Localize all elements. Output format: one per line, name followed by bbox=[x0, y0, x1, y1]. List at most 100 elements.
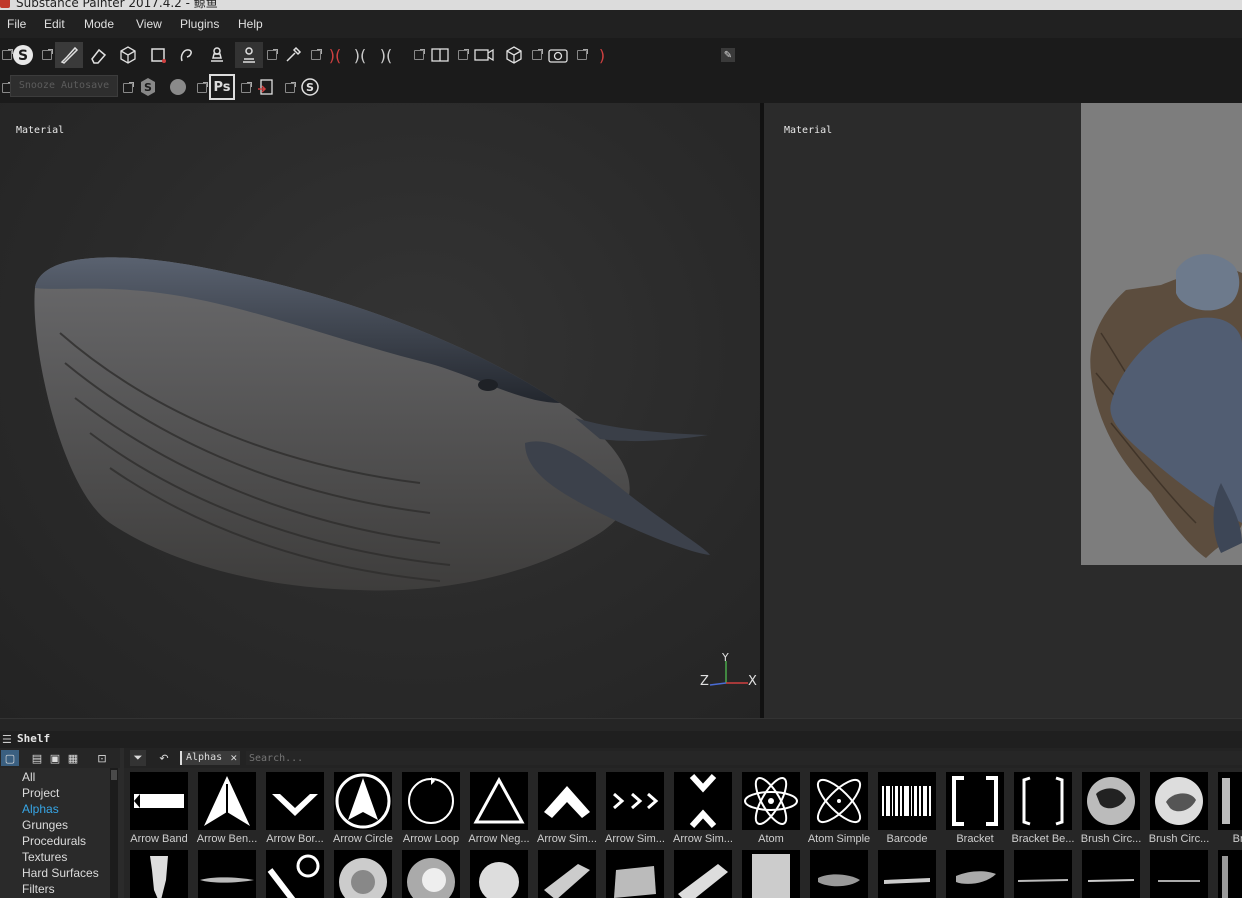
menu-edit[interactable]: Edit bbox=[44, 17, 65, 31]
shelf-thumbnail[interactable] bbox=[1082, 850, 1140, 898]
reset-filter-icon[interactable]: ↶ bbox=[156, 750, 172, 766]
shelf-thumbnail[interactable] bbox=[334, 772, 392, 830]
filter-icon[interactable]: ⏷ bbox=[130, 750, 146, 766]
shelf-search-input[interactable] bbox=[246, 751, 1242, 765]
smudge-icon[interactable] bbox=[174, 43, 198, 67]
scrollbar-thumb[interactable] bbox=[111, 770, 117, 780]
shelf-thumbnail[interactable] bbox=[470, 772, 528, 830]
shelf-thumbnail[interactable] bbox=[810, 850, 868, 898]
folder-icon[interactable]: ▢ bbox=[1, 750, 19, 766]
menu-mode[interactable]: Mode bbox=[84, 17, 114, 31]
shelf-thumbnail[interactable] bbox=[742, 850, 800, 898]
external-link-icon[interactable] bbox=[414, 49, 425, 60]
shelf-thumbnail[interactable] bbox=[402, 772, 460, 830]
shelf-settings-icon[interactable]: ▦ bbox=[66, 750, 80, 766]
menu-plugins[interactable]: Plugins bbox=[180, 17, 219, 31]
category-textures[interactable]: Textures bbox=[22, 850, 67, 864]
shelf-thumbnail[interactable] bbox=[334, 850, 392, 898]
shelf-thumbnail[interactable] bbox=[878, 772, 936, 830]
screenshot-camera-icon[interactable] bbox=[546, 43, 570, 67]
substance-logo-icon[interactable]: S bbox=[11, 43, 35, 67]
external-link-icon[interactable] bbox=[241, 82, 252, 93]
snooze-autosave-button[interactable]: Snooze Autosave bbox=[10, 75, 118, 97]
shelf-thumbnail[interactable] bbox=[538, 850, 596, 898]
shelf-thumbnail[interactable] bbox=[810, 772, 868, 830]
shelf-thumbnail[interactable] bbox=[674, 772, 732, 830]
shelf-thumbnail[interactable] bbox=[198, 772, 256, 830]
category-alphas[interactable]: Alphas bbox=[22, 802, 59, 816]
color-picker-icon[interactable] bbox=[281, 43, 305, 67]
shelf-thumbnail[interactable] bbox=[606, 850, 664, 898]
symmetry-settings-icon[interactable]: )( bbox=[374, 43, 398, 67]
shelf-thumbnail[interactable] bbox=[130, 850, 188, 898]
camera-icon[interactable] bbox=[472, 43, 496, 67]
substance-source-icon[interactable]: S bbox=[136, 75, 160, 99]
shelf-thumbnail[interactable] bbox=[266, 850, 324, 898]
shelf-thumbnail[interactable] bbox=[1218, 772, 1242, 830]
shelf-thumbnail[interactable] bbox=[130, 772, 188, 830]
shelf-thumbnail[interactable] bbox=[674, 850, 732, 898]
external-link-icon[interactable] bbox=[311, 49, 322, 60]
category-scrollbar[interactable] bbox=[110, 768, 118, 898]
shelf-thumbnail[interactable] bbox=[1150, 772, 1208, 830]
add-shelf-icon[interactable]: ⊡ bbox=[94, 750, 110, 766]
symmetry-x-icon[interactable]: )( bbox=[348, 43, 372, 67]
viewport-2d[interactable]: Material bbox=[764, 103, 1242, 718]
alpha-preview-icon bbox=[272, 794, 318, 816]
shelf-thumbnail[interactable] bbox=[402, 850, 460, 898]
shelf-thumbnail[interactable] bbox=[1082, 772, 1140, 830]
substance-share-icon[interactable]: S bbox=[298, 75, 322, 99]
shelf-thumbnail[interactable] bbox=[1014, 772, 1072, 830]
material-picker-icon[interactable] bbox=[235, 42, 263, 68]
shelf-thumbnail[interactable] bbox=[470, 850, 528, 898]
shelf-category-list: All Project Alphas Grunges Procedurals T… bbox=[0, 768, 110, 898]
shelf-thumbnail[interactable] bbox=[538, 772, 596, 830]
shelf-thumbnail[interactable] bbox=[946, 772, 1004, 830]
material-ball-icon[interactable] bbox=[166, 75, 190, 99]
split-view-icon[interactable] bbox=[428, 43, 452, 67]
category-grunges[interactable]: Grunges bbox=[22, 818, 68, 832]
category-hard-surfaces[interactable]: Hard Surfaces bbox=[22, 866, 99, 880]
symmetry-left-icon[interactable]: )( bbox=[323, 43, 347, 67]
pencil-edit-icon[interactable]: ✎ bbox=[721, 48, 735, 62]
external-link-icon[interactable] bbox=[267, 49, 278, 60]
external-link-icon[interactable] bbox=[285, 82, 296, 93]
menu-view[interactable]: View bbox=[136, 17, 162, 31]
cube-view-icon[interactable] bbox=[502, 43, 526, 67]
viewport-3d[interactable]: Material Y X Z bbox=[0, 103, 760, 718]
symmetry-right-icon[interactable]: ) bbox=[590, 43, 614, 67]
shelf-thumbnail[interactable] bbox=[198, 850, 256, 898]
projection-icon[interactable] bbox=[116, 43, 140, 67]
filter-chip-alphas[interactable]: Alphas ✕ bbox=[180, 751, 241, 765]
menu-help[interactable]: Help bbox=[238, 17, 263, 31]
shelf-thumbnail[interactable] bbox=[878, 850, 936, 898]
paint-brush-icon[interactable] bbox=[55, 42, 83, 68]
export-document-icon[interactable] bbox=[254, 75, 278, 99]
clone-stamp-icon[interactable] bbox=[205, 43, 229, 67]
external-link-icon[interactable] bbox=[197, 82, 208, 93]
menu-file[interactable]: File bbox=[7, 17, 26, 31]
shelf-thumbnail[interactable] bbox=[946, 850, 1004, 898]
shelf-thumbnail[interactable] bbox=[606, 772, 664, 830]
shelf-thumbnail[interactable] bbox=[742, 772, 800, 830]
shelf-thumbnail[interactable] bbox=[266, 772, 324, 830]
external-link-icon[interactable] bbox=[532, 49, 543, 60]
category-filters[interactable]: Filters bbox=[22, 882, 55, 896]
shelf-thumbnail[interactable] bbox=[1150, 850, 1208, 898]
eraser-icon[interactable] bbox=[86, 43, 110, 67]
photoshop-export-button[interactable]: Ps bbox=[209, 74, 235, 100]
external-link-icon[interactable] bbox=[577, 49, 588, 60]
polygon-fill-icon[interactable] bbox=[146, 43, 170, 67]
category-procedurals[interactable]: Procedurals bbox=[22, 834, 86, 848]
external-link-icon[interactable] bbox=[458, 49, 469, 60]
external-link-icon[interactable] bbox=[123, 82, 134, 93]
import-icon[interactable]: ▣ bbox=[48, 750, 62, 766]
category-project[interactable]: Project bbox=[22, 786, 59, 800]
category-all[interactable]: All bbox=[22, 770, 35, 784]
close-icon[interactable]: ✕ bbox=[231, 751, 238, 765]
shelf-thumbnail[interactable] bbox=[1014, 850, 1072, 898]
hamburger-menu-icon[interactable]: ☰ bbox=[2, 733, 12, 746]
new-folder-icon[interactable]: ▤ bbox=[30, 750, 44, 766]
shelf-thumbnail[interactable] bbox=[1218, 850, 1242, 898]
external-link-icon[interactable] bbox=[42, 49, 53, 60]
